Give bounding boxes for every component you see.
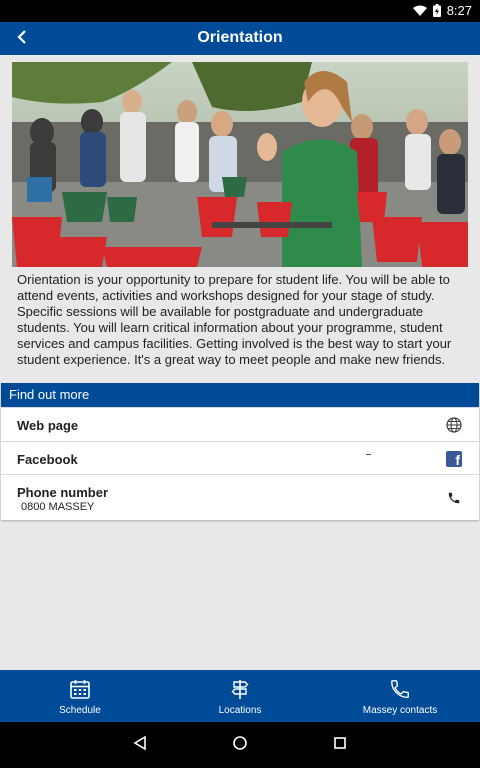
- triangle-back-icon: [132, 735, 148, 756]
- find-out-more-card: Find out more Web page Facebook f Phone …: [1, 383, 479, 520]
- system-home-button[interactable]: [229, 734, 251, 756]
- signpost-icon: [229, 678, 251, 700]
- nav-schedule-label: Schedule: [59, 705, 101, 716]
- system-recents-button[interactable]: [329, 734, 351, 756]
- phone-number-row[interactable]: Phone number 0800 MASSEY: [1, 474, 479, 520]
- card-title: Find out more: [1, 383, 479, 407]
- phone-number-value: 0800 MASSEY: [21, 501, 95, 513]
- wifi-icon: [412, 5, 427, 17]
- hero-image: [12, 62, 468, 267]
- circle-home-icon: [232, 735, 248, 756]
- facebook-label: Facebook: [17, 452, 78, 467]
- facebook-row[interactable]: Facebook f: [1, 441, 479, 474]
- nav-locations-label: Locations: [218, 705, 262, 716]
- system-back-button[interactable]: [129, 734, 151, 756]
- status-bar: 8:27: [0, 0, 480, 22]
- phone-icon: [445, 489, 463, 507]
- status-icons: 8:27: [412, 3, 472, 18]
- nav-massey-contacts[interactable]: Massey contacts: [320, 670, 480, 722]
- battery-icon: [432, 4, 441, 17]
- facebook-icon: f: [445, 450, 463, 468]
- facebook-logo: f: [446, 451, 462, 467]
- page-title: Orientation: [197, 29, 283, 46]
- calendar-icon: [69, 678, 91, 700]
- web-page-row[interactable]: Web page: [1, 407, 479, 441]
- divider-mark: [366, 454, 371, 455]
- nav-schedule[interactable]: Schedule: [0, 670, 160, 722]
- app-bar: Orientation: [0, 22, 480, 55]
- bottom-nav: Schedule Locations Massey contacts: [0, 670, 480, 722]
- globe-icon: [445, 416, 463, 434]
- nav-locations[interactable]: Locations: [160, 670, 320, 722]
- nav-massey-contacts-label: Massey contacts: [362, 705, 438, 716]
- web-page-label: Web page: [17, 418, 79, 433]
- square-recents-icon: [333, 736, 347, 755]
- phone-icon: [389, 678, 411, 700]
- system-nav-bar: [0, 722, 480, 768]
- phone-number-label: Phone number: [17, 485, 109, 500]
- intro-text: Orientation is your opportunity to prepa…: [17, 272, 452, 367]
- clock-time: 8:27: [446, 3, 472, 18]
